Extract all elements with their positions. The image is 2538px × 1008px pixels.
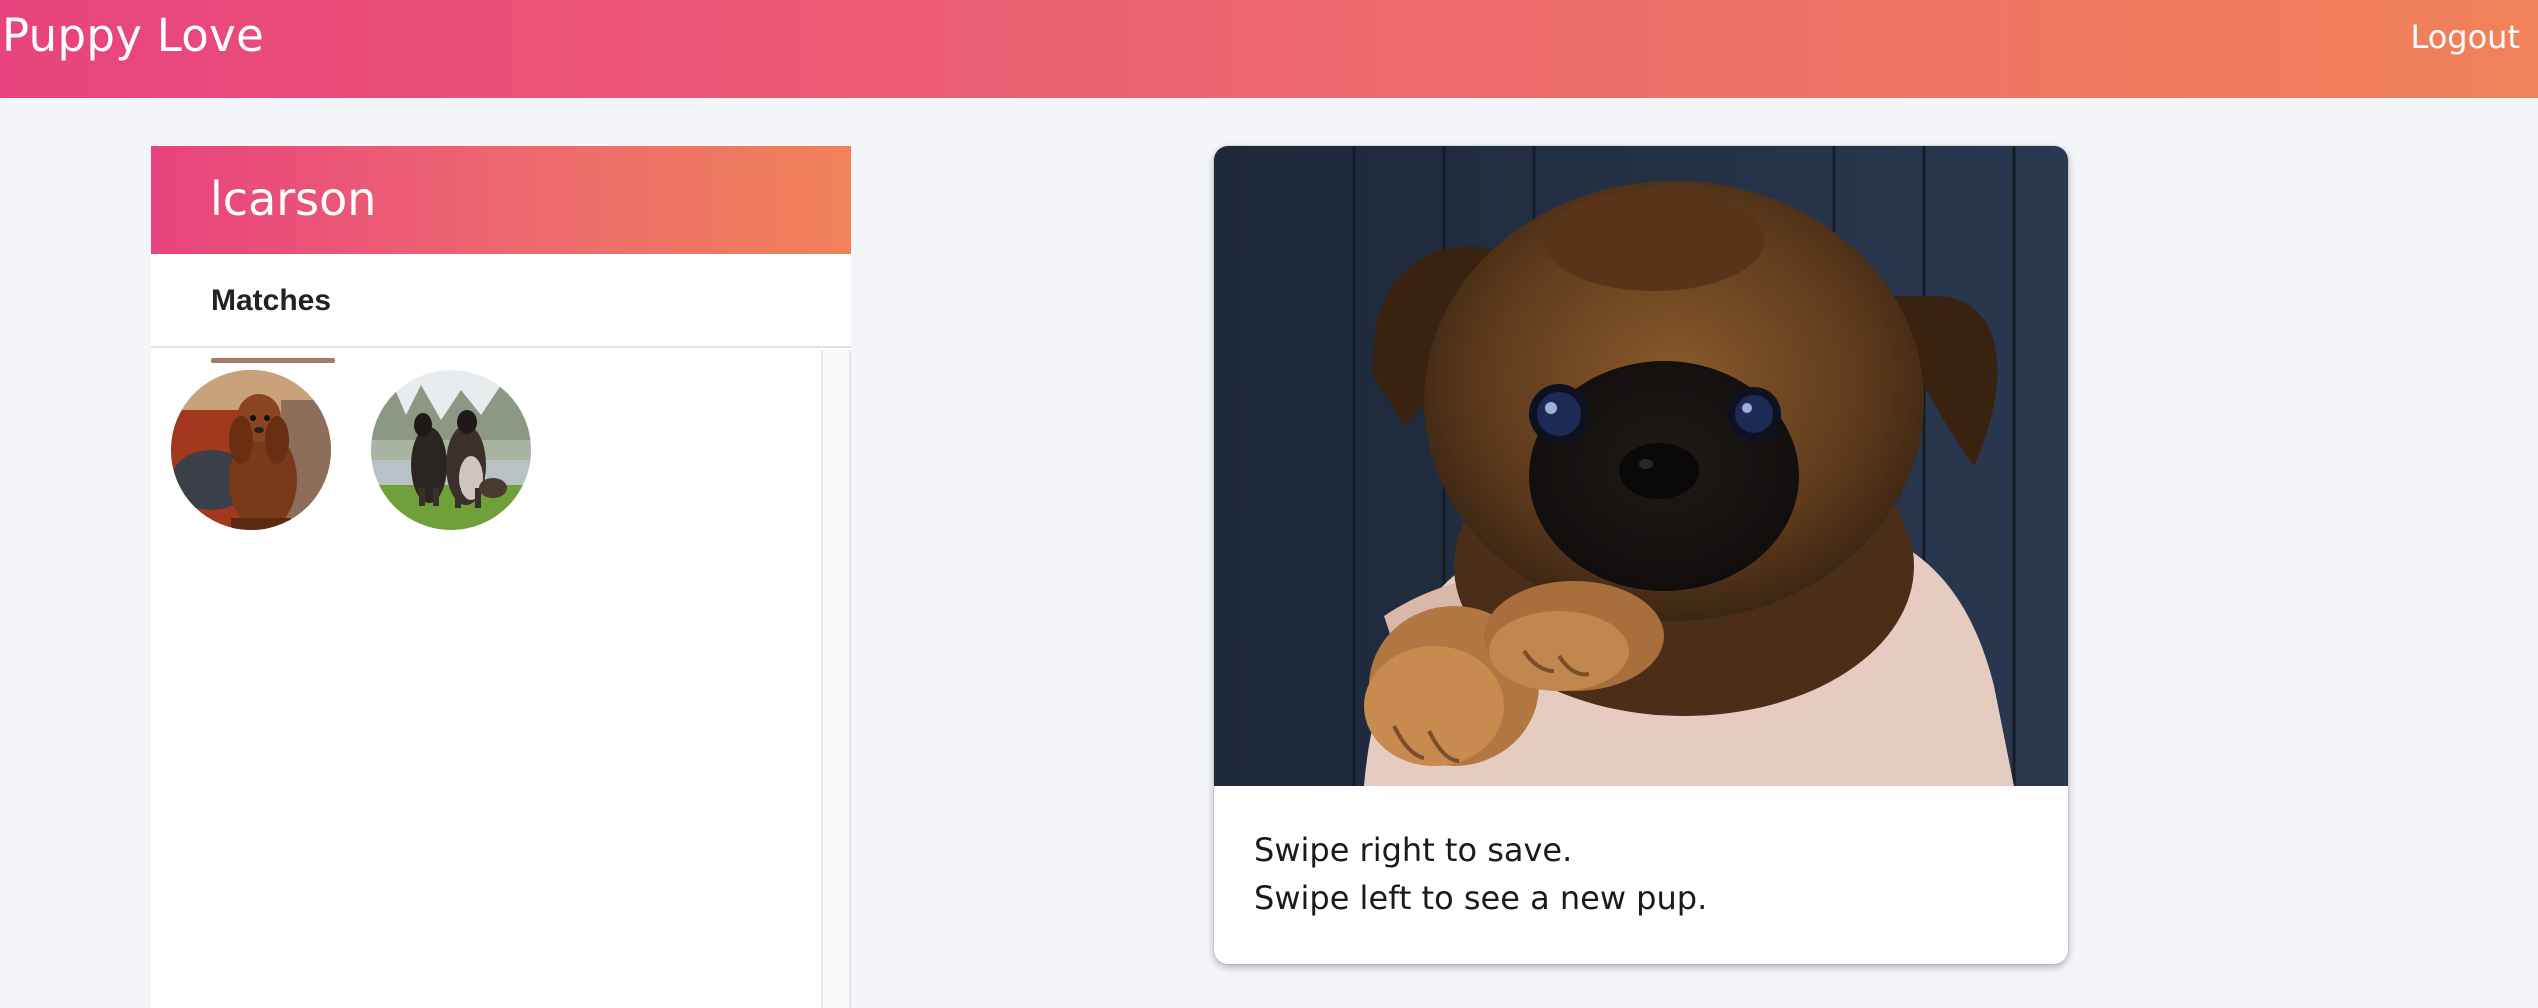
spaniel-photo-icon	[171, 370, 331, 530]
profile-header: lcarson	[151, 146, 851, 254]
afghan-hounds-photo-icon	[371, 370, 531, 530]
swipe-instructions: Swipe right to save. Swipe left to see a…	[1254, 826, 1707, 922]
matches-panel: lcarson Matches	[151, 146, 851, 1008]
match-avatar-spaniel[interactable]	[171, 370, 331, 530]
match-avatar-afghan-hounds[interactable]	[371, 370, 531, 530]
pup-card[interactable]: Swipe right to save. Swipe left to see a…	[1214, 146, 2068, 964]
username: lcarson	[210, 172, 377, 226]
tab-bar: Matches	[151, 254, 851, 348]
tab-matches[interactable]: Matches	[211, 284, 331, 318]
matches-scrollbar[interactable]	[821, 350, 851, 1008]
logout-button[interactable]: Logout	[2410, 18, 2520, 56]
instruction-save: Swipe right to save.	[1254, 831, 1573, 869]
puppy-photo-icon	[1214, 146, 2068, 786]
top-navbar: Puppy Love Logout	[0, 0, 2538, 98]
matches-list	[151, 350, 821, 1008]
instruction-new: Swipe left to see a new pup.	[1254, 879, 1708, 917]
app-title[interactable]: Puppy Love	[2, 10, 264, 62]
